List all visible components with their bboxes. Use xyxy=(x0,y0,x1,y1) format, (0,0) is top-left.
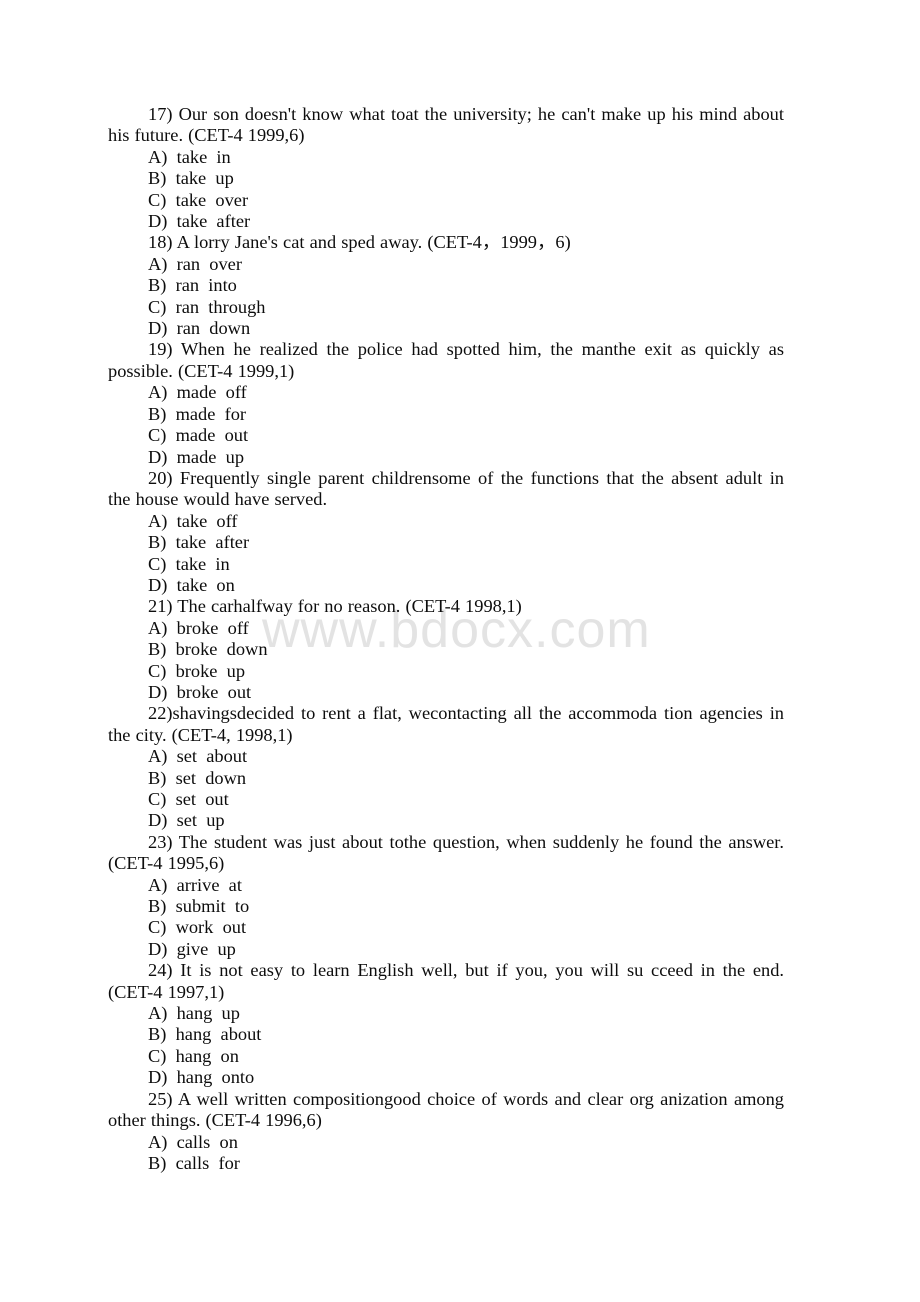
option-row[interactable]: B) ran into xyxy=(108,275,784,296)
option-row[interactable]: B) submit to xyxy=(108,896,784,917)
question-stem: 21) The carhalfway for no reason. (CET-4… xyxy=(148,596,522,617)
document-page: www.bdocx.com 17) Our son doesn't know w… xyxy=(0,0,920,1302)
option-row[interactable]: B) hang about xyxy=(108,1024,784,1045)
option-row[interactable]: C) ran through xyxy=(108,297,784,318)
option-row[interactable]: A) calls on xyxy=(108,1132,784,1153)
question-block: 22)shavingsdecided to rent a flat, wecon… xyxy=(108,703,784,831)
question-block: 25) A well written compositiongood choic… xyxy=(108,1089,784,1175)
question-stem: 25) A well written compositiongood choic… xyxy=(108,1088,784,1131)
option-row[interactable]: C) work out xyxy=(108,917,784,938)
option-row[interactable]: D) take after xyxy=(108,211,784,232)
question-stem: 18) A lorry Jane's cat and sped away. (C… xyxy=(148,232,571,253)
option-row[interactable]: A) broke off xyxy=(108,618,784,639)
question-block: 20) Frequently single parent childrensom… xyxy=(108,468,784,596)
option-row[interactable]: D) broke out xyxy=(108,682,784,703)
option-row[interactable]: A) hang up xyxy=(108,1003,784,1024)
option-row[interactable]: D) set up xyxy=(108,810,784,831)
option-row[interactable]: C) take over xyxy=(108,190,784,211)
question-stem: 17) Our son doesn't know what toat the u… xyxy=(108,104,784,146)
option-row[interactable]: A) made off xyxy=(108,382,784,403)
question-stem: 19) When he realized the police had spot… xyxy=(108,339,784,381)
question-block: 17) Our son doesn't know what toat the u… xyxy=(108,104,784,232)
question-stem: 24) It is not easy to learn English well… xyxy=(108,960,784,1002)
question-block: 23) The student was just about tothe que… xyxy=(108,832,784,960)
option-row[interactable]: C) broke up xyxy=(108,661,784,682)
option-row[interactable]: C) made out xyxy=(108,425,784,446)
question-block: 18) A lorry Jane's cat and sped away. (C… xyxy=(108,232,784,339)
option-row[interactable]: A) set about xyxy=(108,746,784,767)
option-row[interactable]: D) take on xyxy=(108,575,784,596)
question-block: 19) When he realized the police had spot… xyxy=(108,339,784,467)
option-row[interactable]: B) take after xyxy=(108,532,784,553)
option-row[interactable]: B) set down xyxy=(108,768,784,789)
option-row[interactable]: C) take in xyxy=(108,554,784,575)
option-row[interactable]: C) set out xyxy=(108,789,784,810)
question-stem: 20) Frequently single parent childrensom… xyxy=(108,467,784,510)
option-row[interactable]: B) calls for xyxy=(108,1153,784,1174)
option-row[interactable]: D) hang onto xyxy=(108,1067,784,1088)
option-row[interactable]: B) take up xyxy=(108,168,784,189)
option-row[interactable]: C) hang on xyxy=(108,1046,784,1067)
option-row[interactable]: B) broke down xyxy=(108,639,784,660)
option-row[interactable]: A) arrive at xyxy=(108,875,784,896)
option-row[interactable]: B) made for xyxy=(108,404,784,425)
question-stem: 22)shavingsdecided to rent a flat, wecon… xyxy=(108,703,784,745)
option-row[interactable]: A) take off xyxy=(108,511,784,532)
question-block: 24) It is not easy to learn English well… xyxy=(108,960,784,1088)
option-row[interactable]: D) ran down xyxy=(108,318,784,339)
option-row[interactable]: A) ran over xyxy=(108,254,784,275)
option-row[interactable]: D) made up xyxy=(108,447,784,468)
text-column: 17) Our son doesn't know what toat the u… xyxy=(108,104,784,1174)
question-stem: 23) The student was just about tothe que… xyxy=(108,831,784,874)
option-row[interactable]: D) give up xyxy=(108,939,784,960)
option-row[interactable]: A) take in xyxy=(108,147,784,168)
question-block: 21) The carhalfway for no reason. (CET-4… xyxy=(108,596,784,703)
